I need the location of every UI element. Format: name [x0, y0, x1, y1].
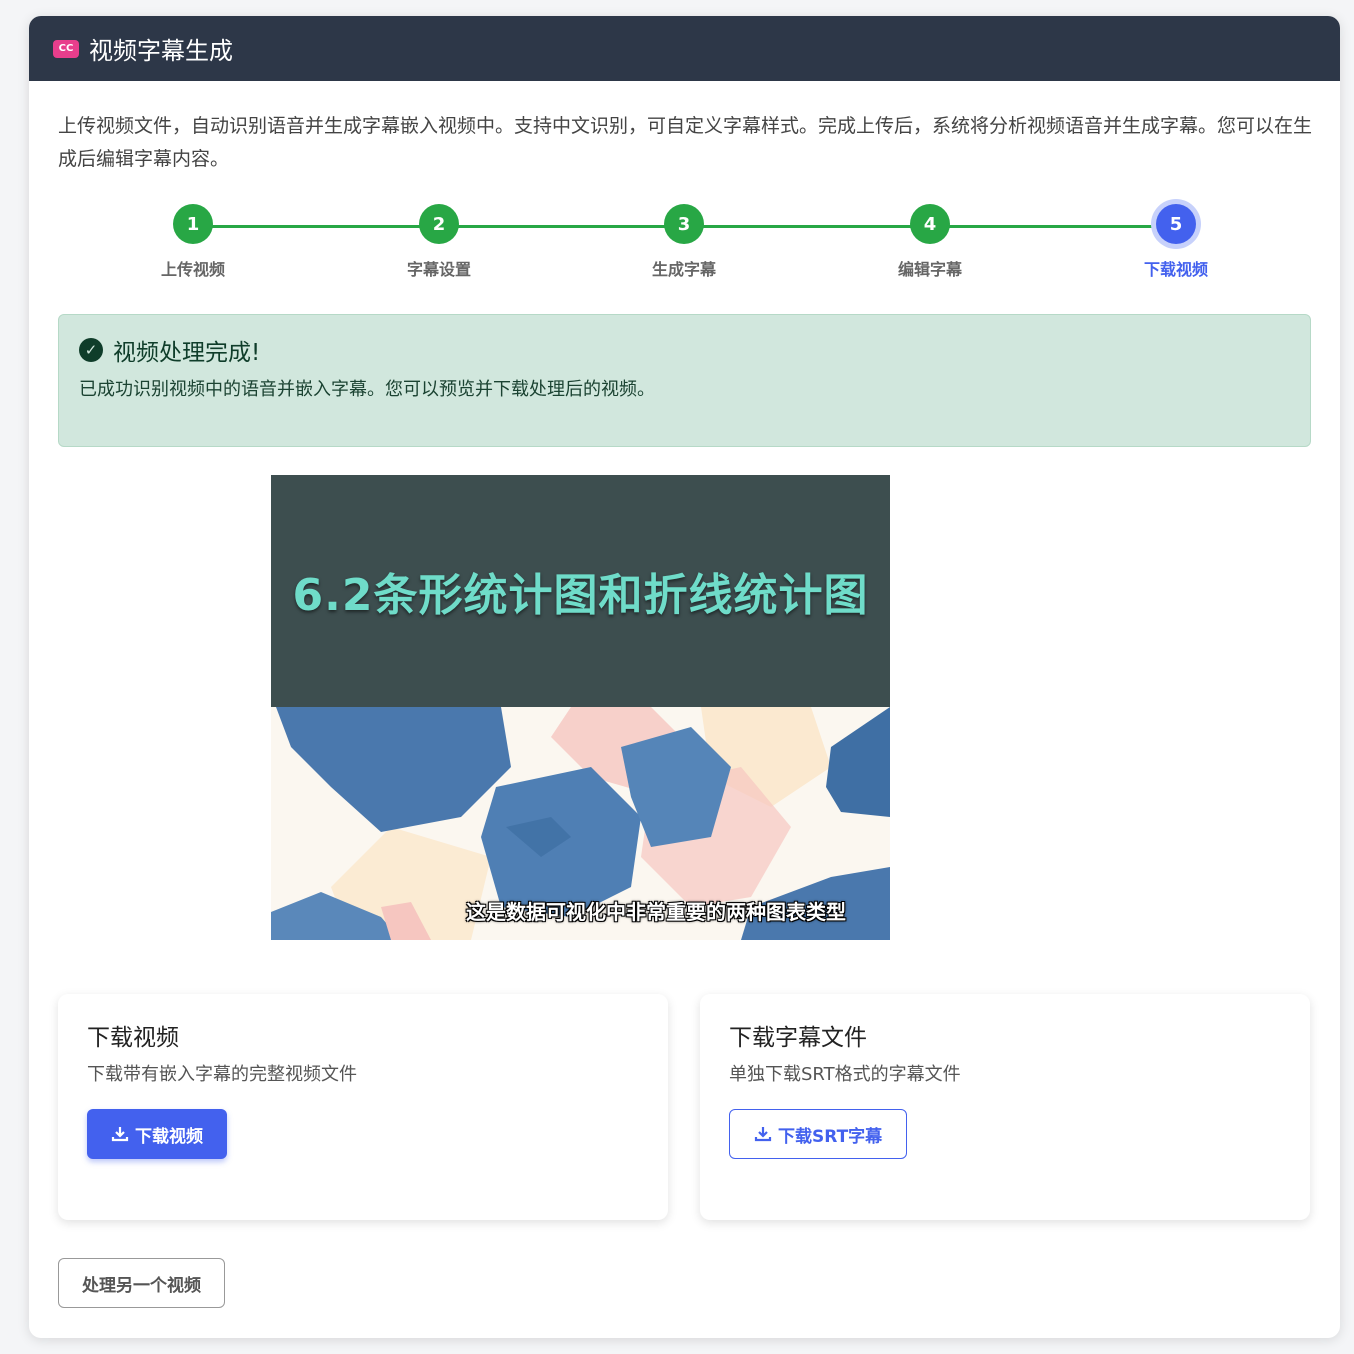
download-icon [111, 1125, 129, 1143]
download-srt-button-label: 下载SRT字幕 [778, 1126, 883, 1147]
step-label: 下载视频 [1143, 260, 1208, 279]
video-slide-title: 6.2条形统计图和折线统计图 [292, 570, 869, 621]
step-number: 4 [910, 204, 950, 244]
video-preview[interactable]: 6.2条形统计图和折线统计图 这是数据可视化中非常重要的两种图表类型 [271, 475, 890, 940]
alert-title: 视频处理完成! [113, 340, 261, 366]
step-number: 2 [419, 204, 459, 244]
download-srt-desc: 单独下载SRT格式的字幕文件 [729, 1064, 961, 1085]
download-video-button-label: 下载视频 [135, 1126, 203, 1147]
success-alert: ✓ 视频处理完成! 已成功识别视频中的语音并嵌入字幕。您可以预览并下载处理后的视… [58, 314, 1311, 447]
download-video-title: 下载视频 [87, 1025, 179, 1051]
download-icon [754, 1125, 772, 1143]
page-title: 视频字幕生成 [89, 37, 233, 65]
main-card: CC 视频字幕生成 上传视频文件，自动识别语音并生成字幕嵌入视频中。支持中文识别… [29, 16, 1340, 1338]
download-srt-button[interactable]: 下载SRT字幕 [729, 1109, 908, 1159]
alert-text: 已成功识别视频中的语音并嵌入字幕。您可以预览并下载处理后的视频。 [79, 379, 655, 400]
closed-captions-icon: CC [53, 39, 79, 58]
download-srt-title: 下载字幕文件 [729, 1025, 867, 1051]
download-video-button[interactable]: 下载视频 [87, 1109, 227, 1159]
header: CC 视频字幕生成 [29, 16, 1340, 81]
download-srt-card: 下载字幕文件 单独下载SRT格式的字幕文件 下载SRT字幕 [700, 994, 1310, 1220]
download-video-card: 下载视频 下载带有嵌入字幕的完整视频文件 下载视频 [58, 994, 668, 1220]
step-label: 字幕设置 [406, 260, 471, 279]
process-another-video-button[interactable]: 处理另一个视频 [58, 1258, 225, 1308]
burned-in-subtitle: 这是数据可视化中非常重要的两种图表类型 [466, 900, 846, 924]
check-circle-icon: ✓ [79, 338, 103, 362]
step-number: 3 [664, 204, 704, 244]
step-label: 上传视频 [160, 260, 225, 279]
step-edit-subtitles: 4 编辑字幕 [870, 204, 990, 280]
progress-stepper: 1 上传视频 2 字幕设置 3 生成字幕 4 编辑字幕 5 下载视频 [29, 204, 1340, 284]
download-video-desc: 下载带有嵌入字幕的完整视频文件 [87, 1064, 357, 1085]
video-title-band: 6.2条形统计图和折线统计图 [271, 475, 890, 707]
step-download-video: 5 下载视频 [1116, 204, 1236, 280]
step-number: 1 [173, 204, 213, 244]
step-upload-video: 1 上传视频 [133, 204, 253, 280]
step-subtitle-settings: 2 字幕设置 [379, 204, 499, 280]
step-generate-subtitles: 3 生成字幕 [624, 204, 744, 280]
step-label: 编辑字幕 [897, 260, 962, 279]
step-label: 生成字幕 [651, 260, 716, 279]
intro-text: 上传视频文件，自动识别语音并生成字幕嵌入视频中。支持中文识别，可自定义字幕样式。… [58, 115, 1313, 170]
step-number: 5 [1156, 204, 1196, 244]
